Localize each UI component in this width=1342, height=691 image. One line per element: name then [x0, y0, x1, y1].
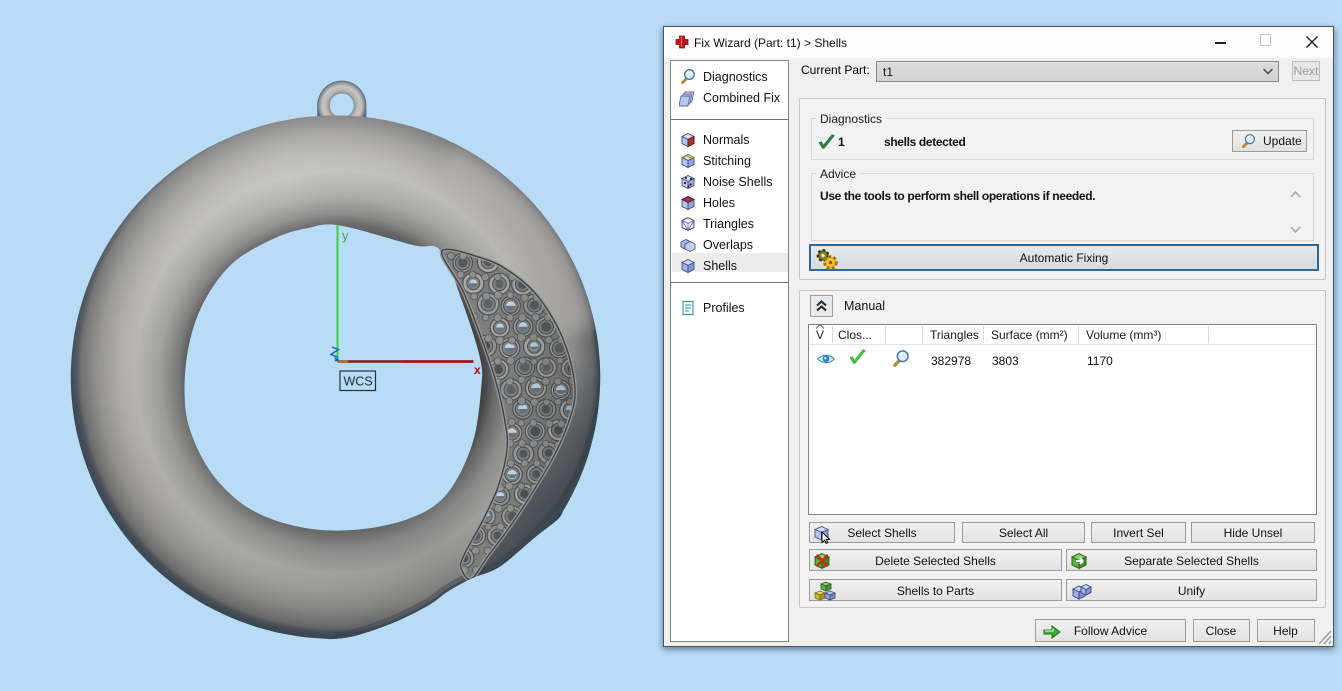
svg-text:WCS: WCS: [344, 375, 373, 389]
svg-text:x: x: [474, 363, 481, 377]
svg-text:y: y: [342, 228, 349, 243]
